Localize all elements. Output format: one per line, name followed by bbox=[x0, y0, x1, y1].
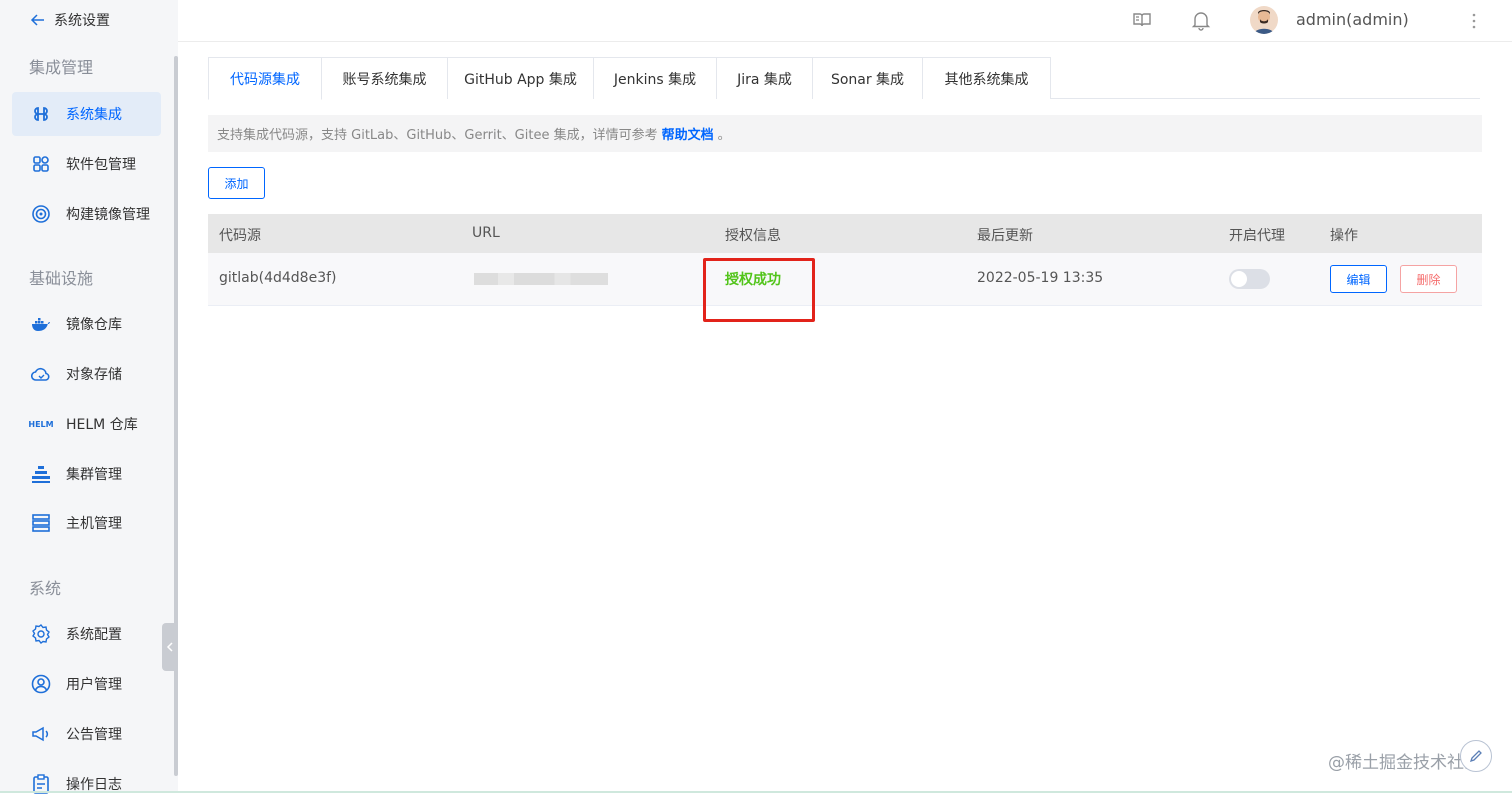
sidebar-item-system-integration[interactable]: 系统集成 bbox=[12, 92, 161, 136]
sidebar-item-helm-repo[interactable]: HELM HELM 仓库 bbox=[12, 402, 161, 446]
column-header-source: 代码源 bbox=[219, 228, 261, 244]
tab-jira[interactable]: Jira 集成 bbox=[717, 57, 813, 99]
sidebar-item-clusters[interactable]: 集群管理 bbox=[12, 452, 161, 496]
highlight-annotation-box bbox=[703, 258, 815, 322]
more-vertical-icon[interactable] bbox=[1468, 11, 1480, 31]
sidebar-item-label: HELM 仓库 bbox=[66, 417, 138, 433]
column-header-updated: 最后更新 bbox=[977, 228, 1033, 244]
sidebar-item-label: 构建镜像管理 bbox=[66, 207, 150, 223]
integration-tabs: 代码源集成 账号系统集成 GitHub App 集成 Jenkins 集成 Ji… bbox=[208, 57, 1480, 100]
source-cell: gitlab(4d4d8e3f) bbox=[219, 270, 337, 286]
back-button[interactable]: 系统设置 bbox=[30, 10, 110, 30]
help-doc-link[interactable]: 帮助文档 bbox=[662, 124, 714, 143]
updated-cell: 2022-05-19 13:35 bbox=[977, 270, 1104, 286]
back-label: 系统设置 bbox=[54, 13, 110, 29]
sidebar-item-label: 软件包管理 bbox=[66, 157, 136, 173]
sidebar: 系统设置 集成管理 系统集成 软件包管理 构建镜像管理 基础设施 镜像仓库 对象… bbox=[0, 0, 178, 794]
command-icon bbox=[30, 103, 52, 125]
sidebar-item-image-registry[interactable]: 镜像仓库 bbox=[12, 302, 161, 346]
sidebar-item-audit-log[interactable]: 操作日志 bbox=[12, 762, 161, 806]
sidebar-item-label: 系统集成 bbox=[66, 107, 122, 123]
docker-icon bbox=[30, 313, 52, 335]
column-header-actions: 操作 bbox=[1330, 228, 1358, 244]
tab-account-system[interactable]: 账号系统集成 bbox=[322, 57, 448, 99]
target-icon bbox=[30, 203, 52, 225]
floating-edit-button[interactable] bbox=[1460, 740, 1492, 772]
user-icon bbox=[30, 673, 52, 695]
avatar[interactable] bbox=[1250, 6, 1278, 34]
sidebar-item-label: 对象存储 bbox=[66, 367, 122, 383]
group-title-system: 系统 bbox=[29, 579, 62, 598]
table-row: gitlab(4d4d8e3f) 授权成功 2022-05-19 13:35 编… bbox=[208, 253, 1482, 306]
tab-code-source[interactable]: 代码源集成 bbox=[208, 57, 322, 100]
top-header: admin(admin) bbox=[178, 0, 1512, 42]
delete-button[interactable]: 删除 bbox=[1400, 265, 1457, 293]
sidebar-item-label: 主机管理 bbox=[66, 516, 122, 532]
arrow-left-icon bbox=[30, 14, 44, 26]
sidebar-item-system-config[interactable]: 系统配置 bbox=[12, 612, 161, 656]
group-title-integration: 集成管理 bbox=[29, 58, 94, 77]
sidebar-item-hosts[interactable]: 主机管理 bbox=[12, 501, 161, 545]
sidebar-item-label: 用户管理 bbox=[66, 677, 122, 693]
url-cell-redacted bbox=[474, 273, 608, 285]
sidebar-item-users[interactable]: 用户管理 bbox=[12, 662, 161, 706]
sidebar-item-label: 系统配置 bbox=[66, 627, 122, 643]
sidebar-item-object-storage[interactable]: 对象存储 bbox=[12, 352, 161, 396]
chevron-left-icon bbox=[166, 642, 173, 652]
column-header-auth: 授权信息 bbox=[725, 228, 781, 244]
info-suffix: 。 bbox=[717, 128, 731, 143]
sidebar-item-build-images[interactable]: 构建镜像管理 bbox=[12, 192, 161, 236]
cloud-icon bbox=[30, 363, 52, 385]
add-button[interactable]: 添加 bbox=[208, 167, 265, 199]
column-header-proxy: 开启代理 bbox=[1229, 228, 1285, 244]
sidebar-item-label: 镜像仓库 bbox=[66, 317, 122, 333]
collapse-sidebar-button[interactable] bbox=[162, 623, 178, 671]
book-icon[interactable] bbox=[1131, 9, 1153, 31]
tab-sonar[interactable]: Sonar 集成 bbox=[813, 57, 923, 99]
group-title-infrastructure: 基础设施 bbox=[29, 269, 94, 288]
watermark: @稀土掘金技术社区 bbox=[1328, 753, 1481, 773]
grid-icon bbox=[30, 153, 52, 175]
info-banner: 支持集成代码源，支持 GitLab、GitHub、Gerrit、Gitee 集成… bbox=[208, 115, 1482, 152]
tab-github-app[interactable]: GitHub App 集成 bbox=[448, 57, 594, 99]
sidebar-item-announcements[interactable]: 公告管理 bbox=[12, 712, 161, 756]
cluster-icon bbox=[30, 463, 52, 485]
tab-jenkins[interactable]: Jenkins 集成 bbox=[594, 57, 717, 99]
server-icon bbox=[30, 512, 52, 534]
settings-icon bbox=[30, 623, 52, 645]
megaphone-icon bbox=[30, 723, 52, 745]
sidebar-item-label: 公告管理 bbox=[66, 727, 122, 743]
helm-icon: HELM bbox=[28, 419, 54, 429]
tab-other-systems[interactable]: 其他系统集成 bbox=[923, 57, 1051, 99]
table-header: 代码源 URL 授权信息 最后更新 开启代理 操作 bbox=[208, 214, 1482, 253]
pencil-icon bbox=[1469, 750, 1482, 763]
column-header-url: URL bbox=[472, 225, 500, 241]
sidebar-item-label: 集群管理 bbox=[66, 467, 122, 483]
sidebar-item-packages[interactable]: 软件包管理 bbox=[12, 142, 161, 186]
bell-icon[interactable] bbox=[1190, 9, 1212, 31]
info-text: 支持集成代码源，支持 GitLab、GitHub、Gerrit、Gitee 集成… bbox=[217, 128, 658, 143]
edit-button[interactable]: 编辑 bbox=[1330, 265, 1387, 293]
username[interactable]: admin(admin) bbox=[1296, 10, 1409, 29]
proxy-toggle[interactable] bbox=[1229, 269, 1270, 289]
